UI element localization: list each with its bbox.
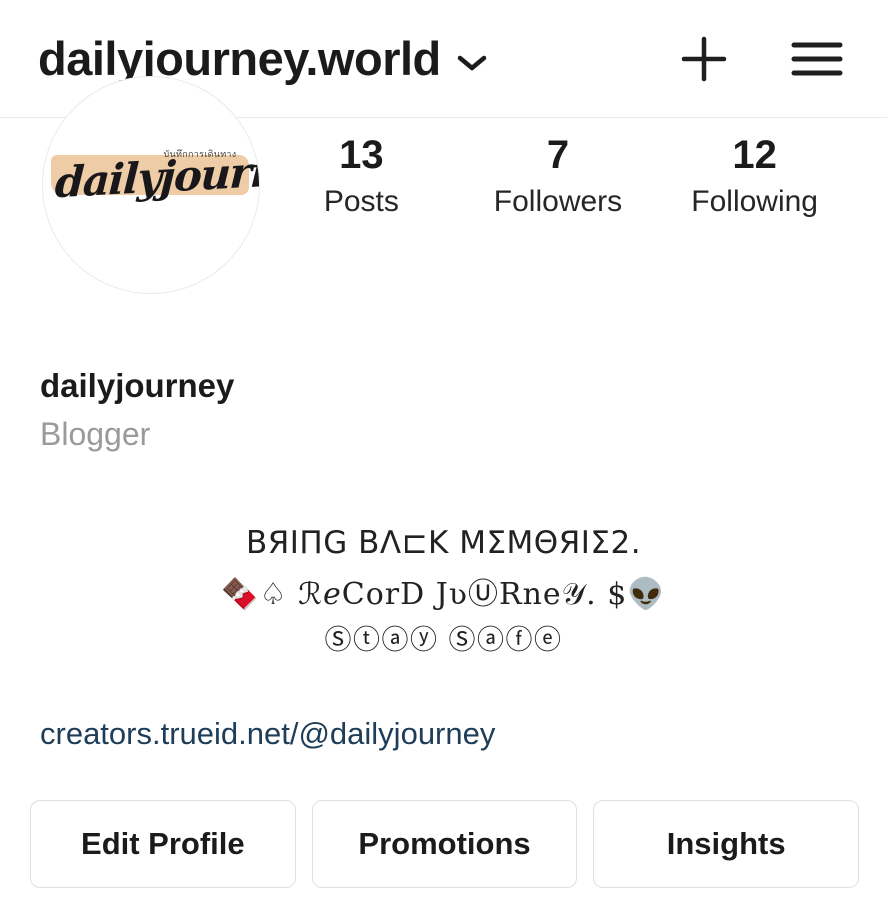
identity-block: dailyjourney Blogger — [0, 278, 887, 455]
bio-line-1: ΒЯIΠG ΒΛ⊏K ΜΣΜΘЯIΣ2. — [245, 525, 642, 562]
hamburger-menu-icon[interactable] — [789, 37, 845, 81]
edit-profile-button[interactable]: Edit Profile — [30, 800, 296, 889]
bio-line-2: 🍫♤ ℛℯCorD JʋⓊRne𝒴. $👽 — [221, 576, 666, 612]
plus-icon[interactable] — [677, 32, 731, 86]
avatar-script-text: dailyjourney — [53, 143, 260, 208]
profile-action-buttons: Edit Profile Promotions Insights — [0, 752, 887, 889]
promotions-button[interactable]: Promotions — [311, 800, 578, 889]
profile-category: Blogger — [40, 415, 151, 452]
insights-button[interactable]: Insights — [593, 800, 860, 889]
header-username[interactable]: dailyjourney.world — [38, 35, 441, 82]
bio-line-3: Ⓢⓣⓐⓨ Ⓢⓐⓕⓔ — [324, 624, 563, 656]
display-name: dailyjourney — [40, 367, 235, 404]
bio-block: ΒЯIΠG ΒΛ⊏K ΜΣΜΘЯIΣ2. 🍫♤ ℛℯCorD JʋⓊRne𝒴. … — [0, 455, 887, 659]
bio-link[interactable]: creators.trueid.net/@dailyjourney — [40, 716, 495, 751]
stat-posts-value: 13 — [339, 133, 384, 177]
stat-followers-value: 7 — [546, 133, 570, 177]
instagram-profile-screen: dailyjourney.world บันทึกการเดินทาง dail… — [0, 0, 887, 906]
stat-posts-label: Posts — [323, 185, 399, 218]
stat-posts[interactable]: 13 Posts — [286, 132, 436, 221]
chevron-down-icon[interactable] — [457, 54, 487, 72]
stat-following-label: Following — [691, 185, 818, 218]
avatar-container: บันทึกการเดินทาง dailyjourney — [38, 76, 263, 294]
profile-summary-row: บันทึกการเดินทาง dailyjourney 13 Posts 7… — [0, 76, 887, 294]
stat-followers[interactable]: 7 Followers — [483, 132, 633, 221]
stat-following[interactable]: 12 Following — [680, 132, 830, 221]
stats-row: 13 Posts 7 Followers 12 Following — [263, 118, 857, 221]
avatar[interactable]: บันทึกการเดินทาง dailyjourney — [41, 76, 260, 294]
header-actions — [677, 32, 845, 86]
bio-link-container: creators.trueid.net/@dailyjourney — [0, 659, 887, 752]
stat-following-value: 12 — [732, 133, 777, 177]
stat-followers-label: Followers — [493, 185, 623, 218]
